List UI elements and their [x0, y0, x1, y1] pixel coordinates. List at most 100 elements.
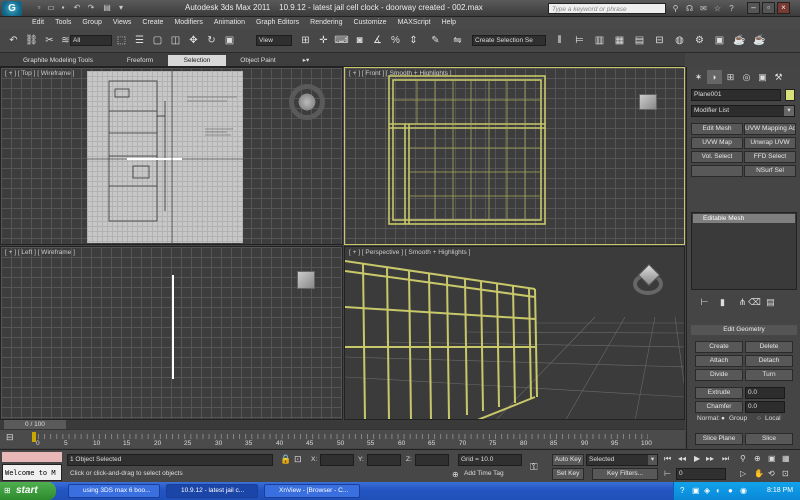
clock[interactable]: 8:18 PM	[767, 487, 793, 494]
edit-mesh-button[interactable]: Edit Mesh	[691, 123, 743, 135]
taskbar-item-xnview[interactable]: XnView - [Browser - C...	[264, 484, 360, 498]
create-tab-icon[interactable]: ✶	[691, 70, 706, 84]
ribbon-options-icon[interactable]: ▸▾	[298, 55, 314, 66]
menu-rendering[interactable]: Rendering	[310, 17, 342, 29]
ffd-select-button[interactable]: FFD Select	[744, 151, 796, 163]
taskbar-item-3dsmax[interactable]: 10.9.12 - latest jail c...	[166, 484, 258, 498]
utilities-tab-icon[interactable]: ⚒	[771, 70, 786, 84]
normal-group-radio[interactable]: ●	[721, 415, 725, 422]
current-frame-input[interactable]: 0	[676, 468, 726, 480]
set-key-button[interactable]: Set Key	[552, 468, 584, 480]
redo-icon[interactable]: ↷	[86, 3, 96, 13]
menu-views[interactable]: Views	[113, 17, 132, 29]
save-icon[interactable]: ▪	[58, 3, 68, 13]
configure-sets-icon[interactable]: ▤	[763, 295, 778, 309]
menu-customize[interactable]: Customize	[353, 17, 386, 29]
viewport-perspective[interactable]: [ + ] [ Perspective ] [ Smooth + Highlig…	[344, 246, 685, 420]
window-crossing-icon[interactable]: ◫	[168, 33, 183, 48]
divide-button[interactable]: Divide	[695, 369, 743, 381]
viewport-left-label[interactable]: [ + ] [ Left ] [ Wireframe ]	[5, 249, 75, 256]
delete-button[interactable]: Delete	[745, 341, 793, 353]
undo-tool-icon[interactable]: ↶	[6, 33, 21, 48]
pan-icon[interactable]: ✋	[754, 469, 764, 478]
extrude-amount-input[interactable]: 0.0	[745, 387, 785, 399]
tray-volume-icon[interactable]: ◐	[716, 486, 721, 495]
normal-local-radio[interactable]: ○	[757, 415, 761, 422]
hierarchy-tab-icon[interactable]: ⊞	[723, 70, 738, 84]
tab-object-paint[interactable]: Object Paint	[226, 55, 290, 66]
viewport-top[interactable]: [ + ] [ Top ] [ Wireframe ]	[0, 67, 343, 245]
time-slider-thumb[interactable]: 0 / 100	[4, 420, 66, 429]
select-and-rotate-icon[interactable]: ↻	[204, 33, 219, 48]
select-and-scale-icon[interactable]: ▣	[222, 33, 237, 48]
render-production-icon[interactable]: ☕	[732, 33, 747, 48]
go-to-start-icon[interactable]: ⏮	[664, 454, 671, 464]
viewport-left[interactable]: [ + ] [ Left ] [ Wireframe ]	[0, 246, 343, 420]
percent-snap-icon[interactable]: %	[388, 33, 403, 48]
orbit-icon[interactable]: ⟲	[768, 469, 775, 478]
select-and-link-icon[interactable]: ⛓	[24, 33, 39, 48]
x-coordinate-input[interactable]	[320, 454, 354, 466]
mirror-icon[interactable]: ⇋	[450, 33, 465, 48]
zoom-all-icon[interactable]: ⊕	[754, 454, 761, 463]
menu-create[interactable]: Create	[142, 17, 163, 29]
menu-maxscript[interactable]: MAXScript	[398, 17, 431, 29]
open-icon[interactable]: ▭	[46, 3, 56, 13]
tray-network-icon[interactable]: ▣	[692, 486, 700, 495]
pivot-center-icon[interactable]: ⊞	[298, 33, 313, 48]
maximize-viewport-icon[interactable]: ⊡	[782, 469, 789, 478]
viewcube-top[interactable]	[289, 84, 325, 120]
menu-modifiers[interactable]: Modifiers	[174, 17, 202, 29]
select-object-icon[interactable]: ⬚	[114, 33, 129, 48]
tab-freeform[interactable]: Freeform	[112, 55, 168, 66]
motion-tab-icon[interactable]: ◎	[739, 70, 754, 84]
close-button[interactable]: ×	[777, 2, 790, 14]
snaps-toggle-icon[interactable]: ◙	[352, 33, 367, 48]
edit-geometry-rollout-title[interactable]: Edit Geometry	[691, 325, 797, 335]
viewport-top-label[interactable]: [ + ] [ Top ] [ Wireframe ]	[5, 70, 74, 77]
key-filter-select[interactable]: Selected ▾	[586, 454, 658, 466]
zoom-icon[interactable]: ⚲	[740, 454, 746, 463]
display-tab-icon[interactable]: ▣	[755, 70, 770, 84]
keyboard-shortcut-icon[interactable]: ⌨	[334, 33, 349, 48]
menu-tools[interactable]: Tools	[55, 17, 71, 29]
vol-select-button[interactable]: Vol. Select	[691, 151, 743, 163]
material-editor-icon[interactable]: ◍	[672, 33, 687, 48]
turn-button[interactable]: Turn	[745, 369, 793, 381]
auto-key-button[interactable]: Auto Key	[552, 454, 584, 466]
absolute-mode-icon[interactable]: ⊡	[294, 454, 302, 465]
field-of-view-icon[interactable]: ▷	[740, 469, 746, 478]
modifier-list-select[interactable]: Modifier List ▾	[691, 105, 795, 117]
communication-icon[interactable]: ✉	[698, 3, 709, 14]
menu-edit[interactable]: Edit	[32, 17, 44, 29]
key-mode-icon[interactable]: ⊢	[664, 469, 671, 478]
spinner-snap-icon[interactable]: ⇕	[406, 33, 421, 48]
select-by-name-icon[interactable]: ☰	[132, 33, 147, 48]
previous-frame-icon[interactable]: ◂◂	[678, 454, 686, 463]
viewport-front[interactable]: [ + ] [ Front ] [ Smooth + Highlights ]	[344, 67, 685, 245]
slice-plane-button[interactable]: Slice Plane	[695, 433, 743, 445]
application-button[interactable]: G	[2, 1, 22, 16]
help-icon[interactable]: ?	[726, 3, 737, 14]
tray-help-icon[interactable]: ?	[680, 486, 684, 495]
next-frame-icon[interactable]: ▸▸	[706, 454, 714, 463]
chamfer-button[interactable]: Chamfer	[695, 401, 743, 413]
angle-snap-icon[interactable]: ∡	[370, 33, 385, 48]
select-and-move-icon[interactable]: ✥	[186, 33, 201, 48]
unwrap-uvw-button[interactable]: Unwrap UVW	[744, 137, 796, 149]
timeline-ruler[interactable]: 0 5 10 15 20 25 30 35 40 45 50 55 60 65 …	[36, 432, 658, 448]
uvw-map-button[interactable]: UVW Map	[691, 137, 743, 149]
reference-coordinate-select[interactable]: View	[256, 35, 292, 46]
chamfer-amount-input[interactable]: 0.0	[745, 401, 785, 413]
maximize-button[interactable]: ▫	[762, 2, 775, 14]
maxscript-output[interactable]	[2, 452, 62, 462]
play-icon[interactable]: ▶	[694, 454, 700, 463]
selection-filter-select[interactable]: All	[70, 35, 112, 46]
extrude-button[interactable]: Extrude	[695, 387, 743, 399]
search-icon[interactable]: ⚲	[670, 3, 681, 14]
z-coordinate-input[interactable]	[415, 454, 449, 466]
new-icon[interactable]: ▫	[34, 3, 44, 13]
layer-manager-icon[interactable]: ▥	[592, 33, 607, 48]
tab-selection[interactable]: Selection	[168, 55, 226, 66]
zoom-extents-icon[interactable]: ▣	[768, 454, 776, 463]
